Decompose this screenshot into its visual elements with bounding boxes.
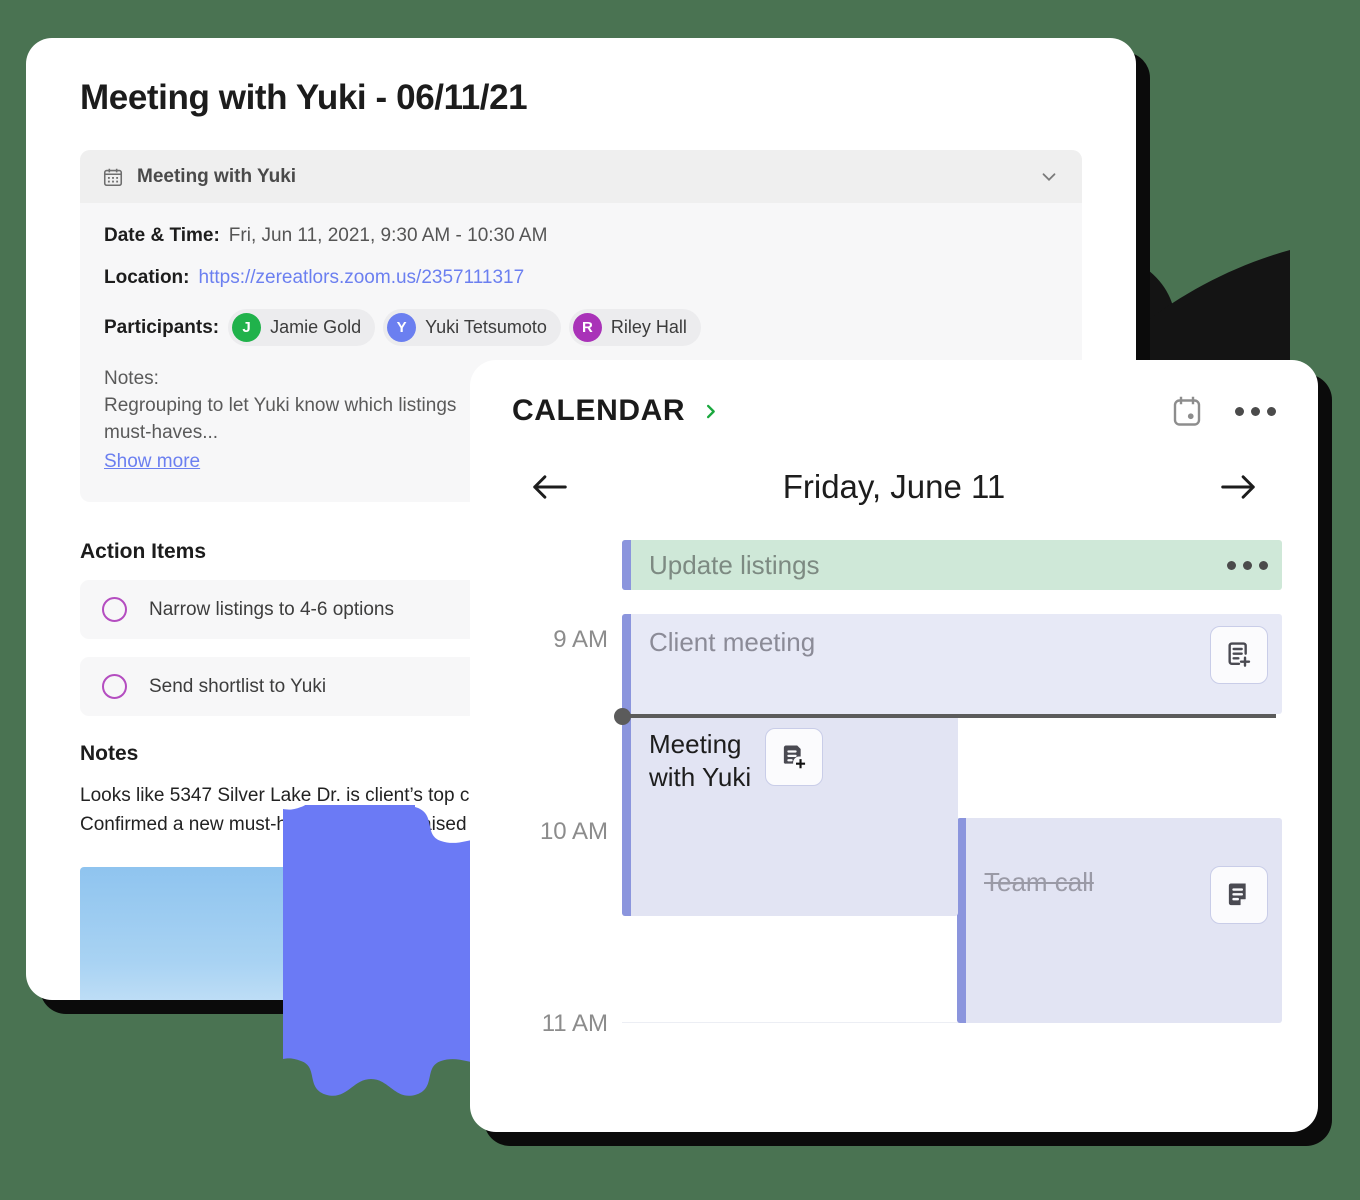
current-time-line — [622, 714, 1276, 718]
participant-name: Yuki Tetsumoto — [425, 317, 547, 338]
event-title-line-2: with Yuki — [649, 761, 752, 792]
action-item-label: Narrow listings to 4-6 options — [149, 598, 394, 620]
page-title-date: - 06/11/21 — [366, 78, 528, 117]
note-filled-icon[interactable] — [1210, 866, 1268, 924]
event-client-meeting[interactable]: Client meeting — [622, 614, 1282, 714]
event-accent-bar — [957, 818, 966, 1023]
calendar-icon — [103, 169, 123, 187]
calendar-card-header: CALENDAR — [512, 392, 1276, 430]
participant-name: Jamie Gold — [270, 317, 362, 338]
event-meeting-with-yuki[interactable]: Meeting with Yuki — [622, 716, 958, 916]
event-panel-title: Meeting with Yuki — [137, 166, 297, 188]
location-row: Location: https://zereatlors.zoom.us/235… — [104, 267, 1058, 289]
avatar: R — [572, 313, 602, 343]
action-item-checkbox[interactable] — [102, 597, 127, 623]
participants-label: Participants: — [104, 316, 220, 338]
hour-label-9am: 9 AM — [553, 626, 608, 653]
event-title-line-1: Meeting — [649, 729, 742, 759]
current-time-dot — [614, 708, 631, 725]
hour-label-10am: 10 AM — [539, 818, 608, 845]
location-link[interactable]: https://zereatlors.zoom.us/2357111317 — [199, 267, 525, 289]
event-team-call[interactable]: Team call — [957, 818, 1282, 1023]
calendar-card: CALENDAR Friday, June 11 9 AM 10 AM 11 A… — [470, 360, 1318, 1132]
avatar: J — [232, 313, 262, 343]
event-update-listings[interactable]: Update listings — [622, 540, 1282, 590]
event-accent-bar — [622, 614, 631, 714]
event-title: Meeting with Yuki — [649, 728, 751, 794]
action-item-checkbox[interactable] — [102, 674, 127, 700]
arrow-right-icon[interactable] — [1216, 470, 1260, 504]
calendar-date-nav: Friday, June 11 — [512, 468, 1276, 506]
participant-chip[interactable]: R Riley Hall — [568, 309, 701, 347]
participants-row: Participants: J Jamie Gold Y Yuki Tetsumoto… — [104, 309, 1058, 347]
action-item-label: Send shortlist to Yuki — [149, 675, 327, 697]
note-add-filled-icon[interactable] — [765, 728, 824, 786]
event-panel-header[interactable]: Meeting with Yuki — [80, 150, 1082, 204]
avatar: Y — [387, 313, 417, 343]
event-accent-bar — [622, 540, 631, 590]
event-title: Client meeting — [649, 627, 816, 657]
show-more-link[interactable]: Show more — [104, 449, 200, 476]
arrow-left-icon[interactable] — [528, 470, 572, 504]
note-add-outline-icon[interactable] — [1210, 626, 1268, 684]
chevron-down-icon[interactable] — [1038, 166, 1060, 188]
date-time-label: Date & Time: — [104, 225, 220, 247]
calendar-day-grid: 9 AM 10 AM 11 AM Update listings Client … — [512, 540, 1282, 1037]
date-time-row: Date & Time: Fri, Jun 11, 2021, 9:30 AM … — [104, 225, 1058, 247]
hour-label-11am: 11 AM — [541, 1010, 608, 1037]
date-time-value: Fri, Jun 11, 2021, 9:30 AM - 10:30 AM — [228, 225, 548, 247]
participant-chip[interactable]: J Jamie Gold — [228, 309, 376, 347]
participant-name: Riley Hall — [610, 317, 687, 338]
event-title: Update listings — [649, 549, 820, 580]
participant-chip-list: J Jamie Gold Y Yuki Tetsumoto R Riley Hall — [228, 309, 701, 347]
ellipsis-icon[interactable] — [1227, 560, 1268, 570]
page-title-text: Meeting with Yuki — [80, 78, 367, 117]
calendar-day-icon[interactable] — [1169, 392, 1205, 430]
event-accent-bar — [622, 716, 631, 916]
calendar-app-label: CALENDAR — [512, 394, 686, 427]
chevron-right-icon[interactable] — [701, 399, 720, 424]
ellipsis-icon[interactable] — [1235, 406, 1276, 416]
location-label: Location: — [104, 267, 190, 289]
event-title: Team call — [984, 867, 1094, 897]
participant-chip[interactable]: Y Yuki Tetsumoto — [383, 309, 561, 347]
calendar-current-date: Friday, June 11 — [782, 468, 1006, 505]
page-title: Meeting with Yuki - 06/11/21 — [26, 78, 1136, 118]
